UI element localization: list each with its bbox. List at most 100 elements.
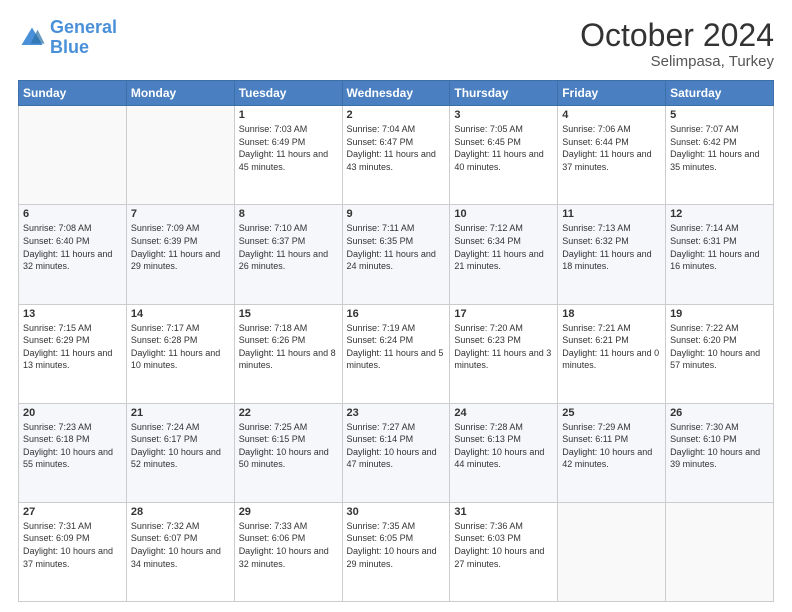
day-info: Sunrise: 7:25 AM Sunset: 6:15 PM Dayligh… — [239, 421, 338, 471]
logo: General Blue — [18, 18, 117, 58]
day-number: 24 — [454, 407, 553, 419]
day-info: Sunrise: 7:08 AM Sunset: 6:40 PM Dayligh… — [23, 222, 122, 272]
day-info: Sunrise: 7:12 AM Sunset: 6:34 PM Dayligh… — [454, 222, 553, 272]
table-row: 24 Sunrise: 7:28 AM Sunset: 6:13 PM Dayli… — [450, 403, 558, 502]
day-number: 7 — [131, 208, 230, 220]
day-number: 15 — [239, 308, 338, 320]
table-row: 16 Sunrise: 7:19 AM Sunset: 6:24 PM Dayli… — [342, 304, 450, 403]
calendar-header-row: Sunday Monday Tuesday Wednesday Thursday… — [19, 81, 774, 106]
day-info: Sunrise: 7:09 AM Sunset: 6:39 PM Dayligh… — [131, 222, 230, 272]
logo-icon — [18, 24, 46, 52]
day-number: 28 — [131, 506, 230, 518]
day-number: 16 — [347, 308, 446, 320]
table-row: 14Sunrise: 7:17 AM Sunset: 6:28 PM Dayli… — [126, 304, 234, 403]
table-row — [666, 502, 774, 601]
day-number: 2 — [347, 109, 446, 121]
day-number: 23 — [347, 407, 446, 419]
table-row: 30Sunrise: 7:35 AM Sunset: 6:05 PM Dayli… — [342, 502, 450, 601]
page: General Blue October 2024 Selimpasa, Tur… — [0, 0, 792, 612]
day-number: 9 — [347, 208, 446, 220]
calendar-week-row: 27 Sunrise: 7:31 AM Sunset: 6:09 PM Dayli… — [19, 502, 774, 601]
day-number: 4 — [562, 109, 661, 121]
table-row: 15 Sunrise: 7:18 AM Sunset: 6:26 PM Dayli… — [234, 304, 342, 403]
table-row: 29 Sunrise: 7:33 AM Sunset: 6:06 PM Dayli… — [234, 502, 342, 601]
day-number: 17 — [454, 308, 553, 320]
day-info: Sunrise: 7:21 AM Sunset: 6:21 PM Dayligh… — [562, 322, 661, 372]
day-number: 20 — [23, 407, 122, 419]
subtitle: Selimpasa, Turkey — [580, 53, 774, 70]
day-number: 27 — [23, 506, 122, 518]
table-row: 3 Sunrise: 7:05 AM Sunset: 6:45 PM Daylig… — [450, 106, 558, 205]
header: General Blue October 2024 Selimpasa, Tur… — [18, 18, 774, 70]
day-info: Sunrise: 7:24 AM Sunset: 6:17 PM Dayligh… — [131, 421, 230, 471]
table-row: 27 Sunrise: 7:31 AM Sunset: 6:09 PM Dayli… — [19, 502, 127, 601]
day-info: Sunrise: 7:28 AM Sunset: 6:13 PM Dayligh… — [454, 421, 553, 471]
day-number: 22 — [239, 407, 338, 419]
table-row: 5Sunrise: 7:07 AM Sunset: 6:42 PM Daylig… — [666, 106, 774, 205]
day-number: 10 — [454, 208, 553, 220]
day-info: Sunrise: 7:07 AM Sunset: 6:42 PM Dayligh… — [670, 123, 769, 173]
day-info: Sunrise: 7:20 AM Sunset: 6:23 PM Dayligh… — [454, 322, 553, 372]
day-number: 21 — [131, 407, 230, 419]
day-info: Sunrise: 7:13 AM Sunset: 6:32 PM Dayligh… — [562, 222, 661, 272]
day-number: 3 — [454, 109, 553, 121]
day-info: Sunrise: 7:30 AM Sunset: 6:10 PM Dayligh… — [670, 421, 769, 471]
day-info: Sunrise: 7:15 AM Sunset: 6:29 PM Dayligh… — [23, 322, 122, 372]
table-row: 1Sunrise: 7:03 AM Sunset: 6:49 PM Daylig… — [234, 106, 342, 205]
day-number: 19 — [670, 308, 769, 320]
day-info: Sunrise: 7:05 AM Sunset: 6:45 PM Dayligh… — [454, 123, 553, 173]
day-number: 31 — [454, 506, 553, 518]
table-row: 4Sunrise: 7:06 AM Sunset: 6:44 PM Daylig… — [558, 106, 666, 205]
col-sunday: Sunday — [19, 81, 127, 106]
table-row: 23 Sunrise: 7:27 AM Sunset: 6:14 PM Dayli… — [342, 403, 450, 502]
table-row: 26Sunrise: 7:30 AM Sunset: 6:10 PM Dayli… — [666, 403, 774, 502]
logo-text: General Blue — [50, 18, 117, 58]
table-row: 7 Sunrise: 7:09 AM Sunset: 6:39 PM Daylig… — [126, 205, 234, 304]
table-row: 9Sunrise: 7:11 AM Sunset: 6:35 PM Daylig… — [342, 205, 450, 304]
col-monday: Monday — [126, 81, 234, 106]
table-row: 25Sunrise: 7:29 AM Sunset: 6:11 PM Dayli… — [558, 403, 666, 502]
col-thursday: Thursday — [450, 81, 558, 106]
calendar-week-row: 1Sunrise: 7:03 AM Sunset: 6:49 PM Daylig… — [19, 106, 774, 205]
day-number: 25 — [562, 407, 661, 419]
month-title: October 2024 — [580, 18, 774, 53]
logo-line2: Blue — [50, 37, 89, 57]
day-number: 18 — [562, 308, 661, 320]
day-number: 30 — [347, 506, 446, 518]
calendar-week-row: 20 Sunrise: 7:23 AM Sunset: 6:18 PM Dayli… — [19, 403, 774, 502]
day-info: Sunrise: 7:10 AM Sunset: 6:37 PM Dayligh… — [239, 222, 338, 272]
day-number: 12 — [670, 208, 769, 220]
table-row: 13 Sunrise: 7:15 AM Sunset: 6:29 PM Dayli… — [19, 304, 127, 403]
col-tuesday: Tuesday — [234, 81, 342, 106]
table-row: 20 Sunrise: 7:23 AM Sunset: 6:18 PM Dayli… — [19, 403, 127, 502]
day-number: 13 — [23, 308, 122, 320]
day-number: 29 — [239, 506, 338, 518]
day-info: Sunrise: 7:27 AM Sunset: 6:14 PM Dayligh… — [347, 421, 446, 471]
title-block: October 2024 Selimpasa, Turkey — [580, 18, 774, 70]
day-info: Sunrise: 7:32 AM Sunset: 6:07 PM Dayligh… — [131, 520, 230, 570]
table-row: 28 Sunrise: 7:32 AM Sunset: 6:07 PM Dayli… — [126, 502, 234, 601]
table-row: 19 Sunrise: 7:22 AM Sunset: 6:20 PM Dayli… — [666, 304, 774, 403]
table-row: 2 Sunrise: 7:04 AM Sunset: 6:47 PM Daylig… — [342, 106, 450, 205]
table-row: 11 Sunrise: 7:13 AM Sunset: 6:32 PM Dayli… — [558, 205, 666, 304]
table-row: 31Sunrise: 7:36 AM Sunset: 6:03 PM Dayli… — [450, 502, 558, 601]
day-info: Sunrise: 7:18 AM Sunset: 6:26 PM Dayligh… — [239, 322, 338, 372]
table-row: 10 Sunrise: 7:12 AM Sunset: 6:34 PM Dayli… — [450, 205, 558, 304]
day-number: 6 — [23, 208, 122, 220]
day-info: Sunrise: 7:22 AM Sunset: 6:20 PM Dayligh… — [670, 322, 769, 372]
calendar-week-row: 6 Sunrise: 7:08 AM Sunset: 6:40 PM Daylig… — [19, 205, 774, 304]
table-row: 12Sunrise: 7:14 AM Sunset: 6:31 PM Dayli… — [666, 205, 774, 304]
day-info: Sunrise: 7:19 AM Sunset: 6:24 PM Dayligh… — [347, 322, 446, 372]
table-row: 17 Sunrise: 7:20 AM Sunset: 6:23 PM Dayli… — [450, 304, 558, 403]
day-number: 11 — [562, 208, 661, 220]
day-info: Sunrise: 7:04 AM Sunset: 6:47 PM Dayligh… — [347, 123, 446, 173]
day-info: Sunrise: 7:31 AM Sunset: 6:09 PM Dayligh… — [23, 520, 122, 570]
day-info: Sunrise: 7:23 AM Sunset: 6:18 PM Dayligh… — [23, 421, 122, 471]
calendar-table: Sunday Monday Tuesday Wednesday Thursday… — [18, 80, 774, 602]
day-info: Sunrise: 7:03 AM Sunset: 6:49 PM Dayligh… — [239, 123, 338, 173]
table-row — [19, 106, 127, 205]
logo-line1: General — [50, 17, 117, 37]
day-info: Sunrise: 7:33 AM Sunset: 6:06 PM Dayligh… — [239, 520, 338, 570]
col-friday: Friday — [558, 81, 666, 106]
table-row: 8Sunrise: 7:10 AM Sunset: 6:37 PM Daylig… — [234, 205, 342, 304]
